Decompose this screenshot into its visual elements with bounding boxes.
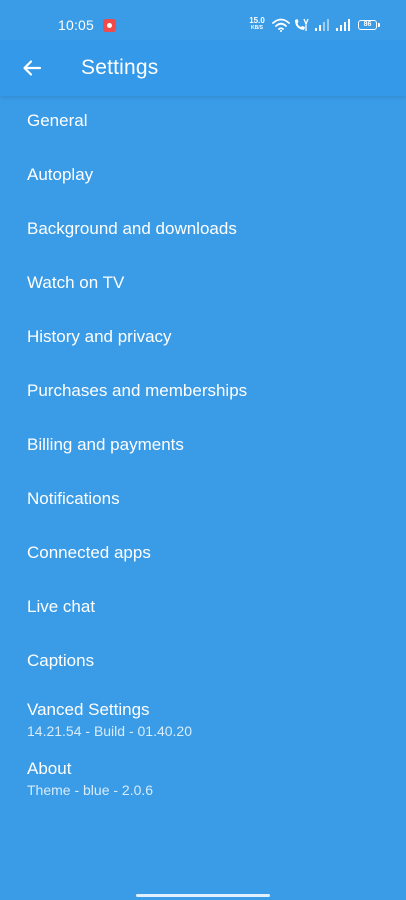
settings-item-label: Captions [27, 651, 95, 670]
settings-item-label: Autoplay [27, 165, 94, 184]
settings-item-label: Purchases and memberships [27, 381, 248, 400]
settings-item-captions[interactable]: Captions [0, 636, 406, 690]
settings-item-subtitle: Theme - blue - 2.0.6 [27, 782, 154, 798]
signal-sim2-icon [336, 19, 350, 31]
settings-item-subtitle: 14.21.54 - Build - 01.40.20 [27, 723, 193, 739]
settings-item-label: Vanced Settings [27, 700, 150, 719]
network-speed: 15.0 KB/S [247, 16, 267, 32]
screen-record-icon [103, 19, 116, 32]
settings-item-purchases-memberships[interactable]: Purchases and memberships [0, 366, 406, 420]
page-title: Settings [81, 56, 159, 79]
settings-item-connected-apps[interactable]: Connected apps [0, 528, 406, 582]
home-indicator[interactable] [136, 894, 270, 897]
settings-item-billing-payments[interactable]: Billing and payments [0, 420, 406, 474]
settings-item-general[interactable]: General [0, 96, 406, 150]
network-speed-unit: KB/S [251, 25, 263, 31]
settings-item-background-downloads[interactable]: Background and downloads [0, 204, 406, 258]
settings-item-label: General [27, 111, 88, 130]
settings-item-label: About [27, 759, 72, 778]
status-bar: 10:05 15.0 KB/S 86 [0, 0, 406, 40]
settings-item-label: History and privacy [27, 327, 172, 346]
settings-item-label: Background and downloads [27, 219, 237, 238]
status-time: 10:05 [58, 17, 95, 33]
settings-item-label: Live chat [27, 597, 96, 616]
settings-item-vanced-settings[interactable]: Vanced Settings 14.21.54 - Build - 01.40… [0, 696, 406, 750]
settings-item-history-privacy[interactable]: History and privacy [0, 312, 406, 366]
back-button[interactable] [18, 54, 46, 82]
settings-item-label: Watch on TV [27, 273, 125, 292]
network-speed-value: 15.0 [249, 16, 265, 25]
app-bar: Settings [0, 40, 406, 96]
settings-item-label: Billing and payments [27, 435, 184, 454]
settings-item-watch-on-tv[interactable]: Watch on TV [0, 258, 406, 312]
arrow-left-icon [23, 60, 42, 76]
settings-item-about[interactable]: About Theme - blue - 2.0.6 [0, 755, 406, 809]
settings-item-notifications[interactable]: Notifications [0, 474, 406, 528]
volte-call-icon [295, 18, 309, 31]
settings-item-label: Notifications [27, 489, 120, 508]
settings-item-label: Connected apps [27, 543, 151, 562]
battery-icon: 86 [358, 20, 380, 30]
settings-item-live-chat[interactable]: Live chat [0, 582, 406, 636]
signal-sim1-icon [315, 19, 329, 31]
settings-item-autoplay[interactable]: Autoplay [0, 150, 406, 204]
wifi-icon [272, 18, 290, 32]
